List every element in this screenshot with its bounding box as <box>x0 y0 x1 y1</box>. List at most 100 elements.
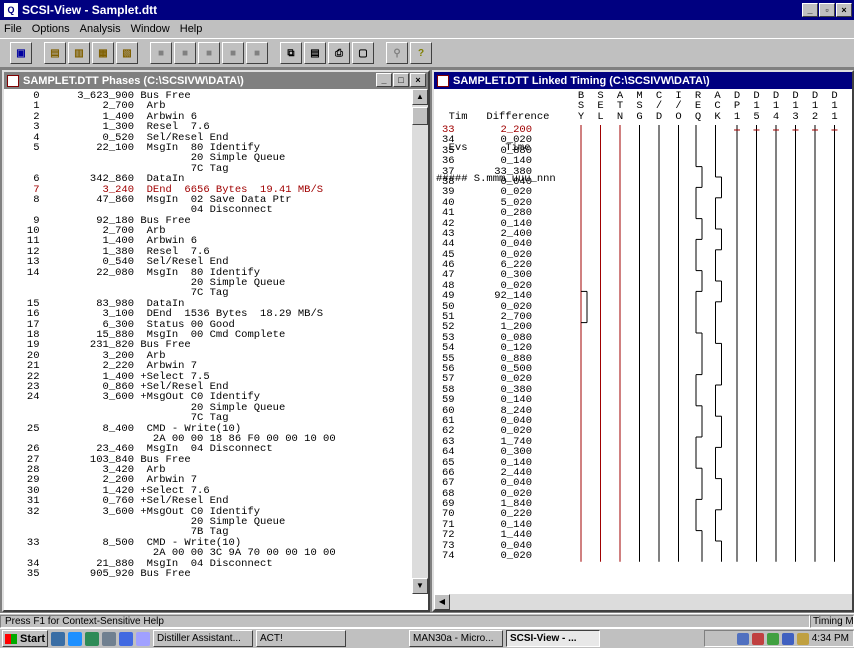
timing-row[interactable]: 59 0_140 <box>436 394 576 407</box>
task-label: ACT! <box>260 633 283 644</box>
app-icon[interactable] <box>119 631 133 646</box>
phases-close-button[interactable]: × <box>410 73 426 87</box>
signal-header-char: D <box>655 110 663 123</box>
taskbar: Start Distiller Assistant... ACT! MAN30a… <box>0 628 854 648</box>
tray-icon[interactable] <box>751 632 764 645</box>
phases-list[interactable]: 0 3_623_900 Bus Free 1 2_700 Arb 2 1_400… <box>8 91 412 594</box>
timing-difference: 0_020 <box>500 550 532 563</box>
windows-logo-icon <box>5 633 17 644</box>
close-button[interactable]: × <box>836 3 852 17</box>
phases-window-title-bar[interactable]: SAMPLET.DTT Phases (C:\SCSIVW\DATA\) _ □… <box>4 72 428 89</box>
timing-difference: 0_300 <box>500 446 532 459</box>
app-icon: Q <box>4 3 18 17</box>
timing-window-title-bar[interactable]: SAMPLET.DTT Linked Timing (C:\SCSIVW\DAT… <box>434 72 852 89</box>
desktop-icon[interactable] <box>51 631 65 646</box>
task-act[interactable]: ACT! <box>256 630 346 647</box>
view3-icon[interactable]: ■ <box>198 42 220 64</box>
phases-minimize-button[interactable]: _ <box>376 73 392 87</box>
scroll-left-arrow-icon[interactable]: ◀ <box>434 594 450 610</box>
view1-icon[interactable]: ■ <box>150 42 172 64</box>
timing-event-number: 74 <box>442 550 455 563</box>
signal-header-char: L <box>597 110 604 123</box>
phases-window[interactable]: SAMPLET.DTT Phases (C:\SCSIVW\DATA\) _ □… <box>2 70 430 612</box>
signal-header-char: K <box>714 110 721 123</box>
chart-icon[interactable]: ▧ <box>116 42 138 64</box>
task-man30a[interactable]: MAN30a - Micro... <box>409 630 503 647</box>
app-icon[interactable] <box>136 631 150 646</box>
restore-button[interactable]: ▫ <box>819 3 835 17</box>
view2-icon[interactable]: ■ <box>174 42 196 64</box>
filter-icon[interactable]: ⚲ <box>386 42 408 64</box>
timing-difference: 0_140 <box>500 394 532 407</box>
menu-analysis[interactable]: Analysis <box>80 23 121 35</box>
phase-line[interactable]: 6 342_860 DataIn <box>8 174 412 185</box>
view5-icon[interactable]: ■ <box>246 42 268 64</box>
outlook-icon[interactable] <box>85 631 99 646</box>
signal-header-char: Q <box>694 110 702 123</box>
signal-header-char: G <box>636 110 643 123</box>
phases-vertical-scrollbar[interactable]: ▲ ▼ <box>412 89 428 594</box>
menu-options[interactable]: Options <box>32 23 70 35</box>
phase-line[interactable]: 35 905_920 Bus Free <box>8 569 412 580</box>
open-icon[interactable]: ▤ <box>44 42 66 64</box>
save-icon[interactable]: ▥ <box>68 42 90 64</box>
signal-header-char: 1 <box>733 110 741 123</box>
timing-event-number: 64 <box>442 446 455 459</box>
scroll-up-arrow-icon[interactable]: ▲ <box>412 89 428 105</box>
app-title-bar: Q SCSI-View - Samplet.dtt _ ▫ × <box>0 0 854 20</box>
help-icon[interactable]: ? <box>410 42 432 64</box>
phase-line[interactable]: 3 1_300 Resel 7.6 <box>8 122 412 133</box>
tray-icon[interactable] <box>766 632 779 645</box>
signal-header-char: 4 <box>772 110 780 123</box>
view4-icon[interactable]: ■ <box>222 42 244 64</box>
scroll-thumb[interactable] <box>412 107 428 125</box>
start-button[interactable]: Start <box>2 630 48 647</box>
system-tray: 4:34 PM <box>704 630 854 647</box>
find-icon[interactable]: ▢ <box>352 42 374 64</box>
scroll-down-arrow-icon[interactable]: ▼ <box>412 578 428 594</box>
app-title: SCSI-View - Samplet.dtt <box>22 3 158 17</box>
menu-help[interactable]: Help <box>180 23 203 35</box>
toolbar: ▣ ▤ ▥ ▦ ▧ ■ ■ ■ ■ ■ ⧉ ▤ ⎙ ▢ ⚲ ? <box>0 38 854 68</box>
timing-window[interactable]: SAMPLET.DTT Linked Timing (C:\SCSIVW\DAT… <box>432 70 854 612</box>
phase-line[interactable]: 21 2_220 Arbwin 7 <box>8 361 412 372</box>
document-icon <box>7 74 19 87</box>
document-icon <box>437 74 449 87</box>
menu-file[interactable]: File <box>4 23 22 35</box>
status-help-text: Press F1 for Context-Sensitive Help <box>0 614 810 628</box>
print-preview-icon[interactable]: ▤ <box>304 42 326 64</box>
status-mode: Timing Mo <box>810 614 854 628</box>
timing-event-number: 59 <box>442 394 455 407</box>
menu-bar: File Options Analysis Window Help <box>0 20 854 38</box>
tray-icon[interactable] <box>781 632 794 645</box>
task-scsi-view[interactable]: SCSI-View - ... <box>506 630 600 647</box>
minimize-button[interactable]: _ <box>802 3 818 17</box>
tray-icon[interactable] <box>736 632 749 645</box>
timing-row[interactable]: 41 0_280 <box>436 207 576 220</box>
timing-window-title: SAMPLET.DTT Linked Timing (C:\SCSIVW\DAT… <box>453 74 710 87</box>
signal-header-char: O <box>675 110 682 123</box>
phases-maximize-button[interactable]: □ <box>393 73 409 87</box>
waveform-display <box>580 125 838 562</box>
task-distiller[interactable]: Distiller Assistant... <box>153 630 253 647</box>
print-icon[interactable]: ⎙ <box>328 42 350 64</box>
timing-body[interactable]: 33 2_200 34 0_020 35 0_880 36 0_140 37 33_380 38 0_… <box>436 125 850 595</box>
browser-icon[interactable] <box>68 631 82 646</box>
timing-row[interactable]: 74 0_020 <box>436 550 576 563</box>
tray-icon[interactable] <box>796 632 809 645</box>
signal-header-char: 5 <box>753 110 760 123</box>
timing-row[interactable]: 36 0_140 <box>436 156 576 167</box>
task-label: Distiller Assistant... <box>157 633 241 644</box>
task-label: MAN30a - Micro... <box>413 633 494 644</box>
copy-icon[interactable]: ⧉ <box>280 42 302 64</box>
signal-header-char: 2 <box>811 110 819 123</box>
timing-event-number: 41 <box>442 207 455 220</box>
signal-header-char: N <box>616 110 624 123</box>
phase-line[interactable]: 7C Tag <box>8 413 412 424</box>
menu-window[interactable]: Window <box>131 23 170 35</box>
capture-icon[interactable]: ▣ <box>10 42 32 64</box>
folder-icon[interactable]: ▦ <box>92 42 114 64</box>
app-icon[interactable] <box>102 631 116 646</box>
timing-horizontal-scrollbar[interactable]: ◀ <box>434 594 852 610</box>
timing-row[interactable]: 64 0_300 <box>436 446 576 459</box>
